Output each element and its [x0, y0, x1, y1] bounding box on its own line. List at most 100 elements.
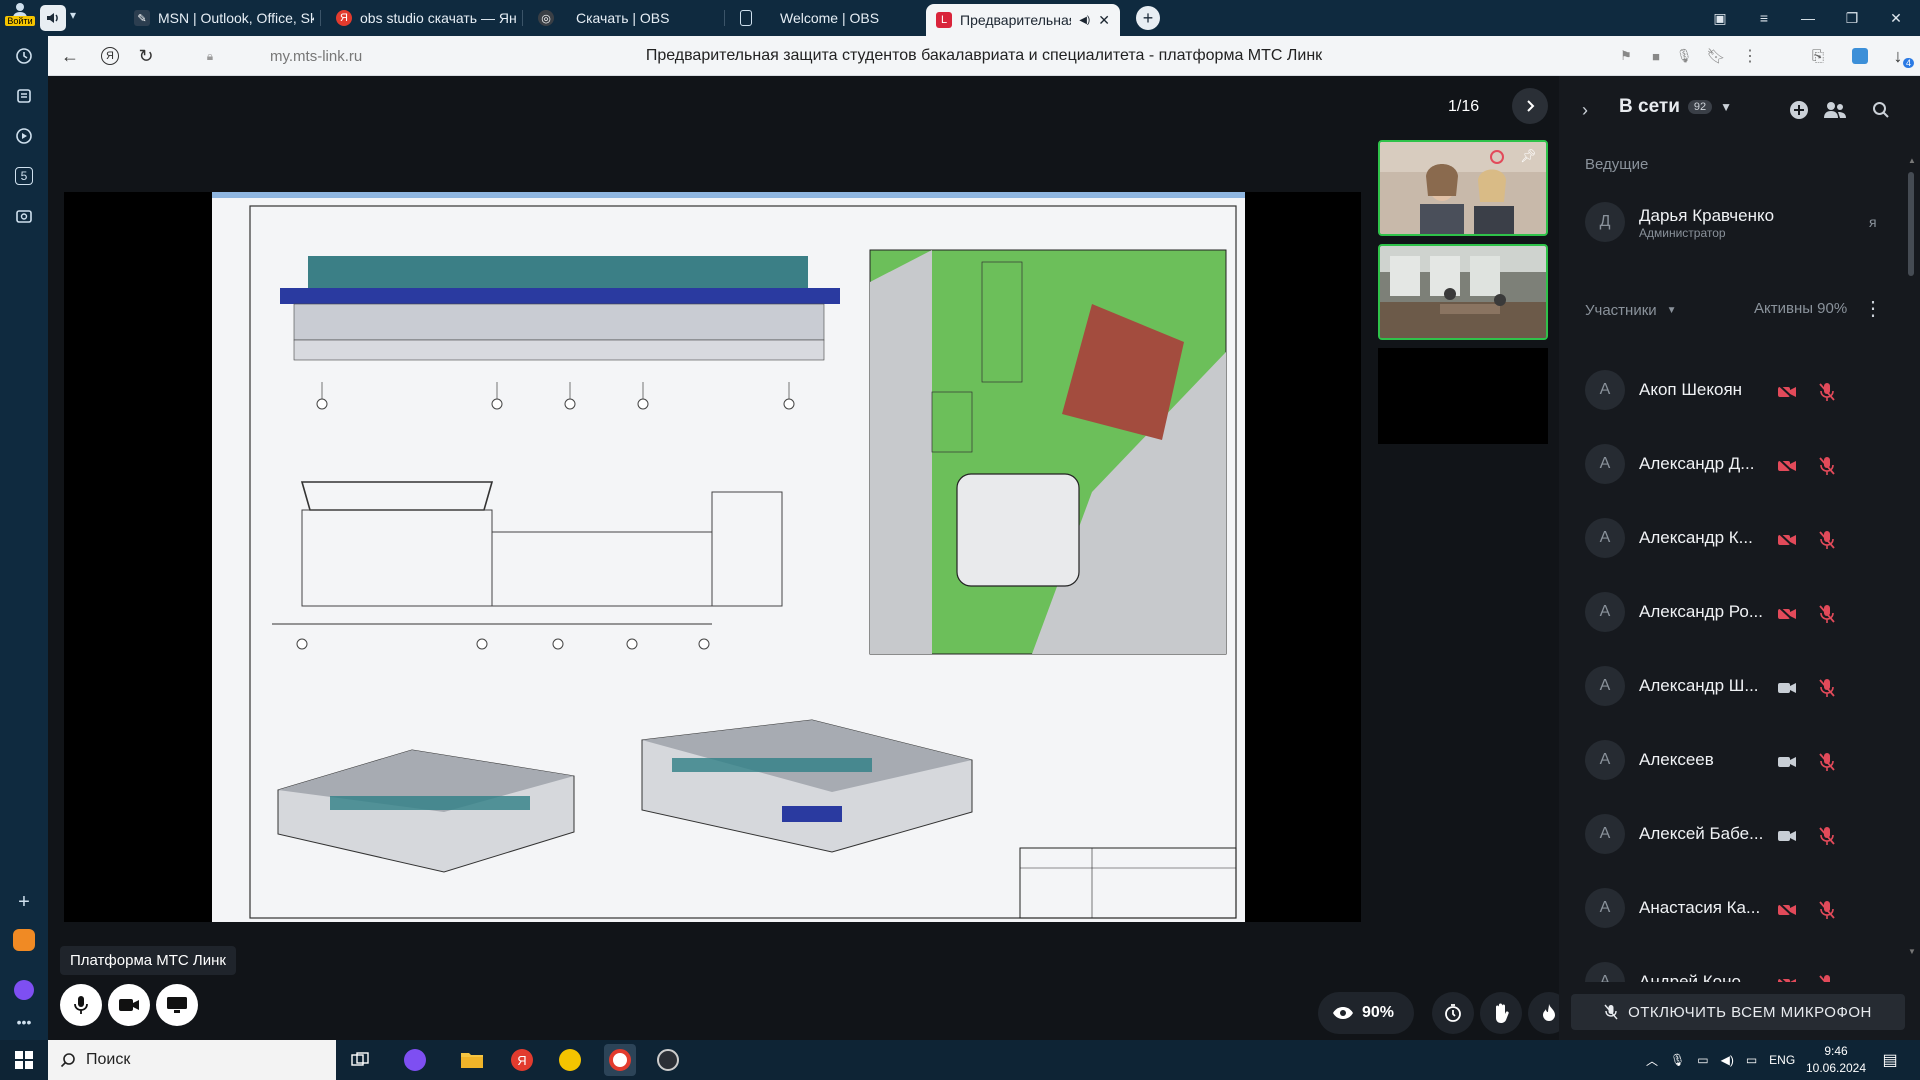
- participant-row[interactable]: А Алексеев: [1559, 740, 1899, 784]
- taskbar-search-input[interactable]: Поиск: [48, 1040, 336, 1080]
- microphone-button[interactable]: [60, 984, 102, 1026]
- tabs-menu-chevron-icon[interactable]: ▾: [70, 8, 76, 22]
- minimize-icon[interactable]: —: [1786, 0, 1830, 36]
- tray-expand-chevron-icon[interactable]: ︿: [1646, 1052, 1658, 1069]
- clock[interactable]: 9:46 10.06.2024: [1800, 1043, 1872, 1077]
- collections-icon[interactable]: [12, 84, 36, 108]
- avatar: А: [1585, 814, 1625, 854]
- alice-icon[interactable]: [12, 978, 36, 1002]
- downloads-icon[interactable]: ⎘: [1806, 44, 1830, 68]
- camera-permission-icon[interactable]: ■: [1644, 44, 1668, 68]
- camera-off-icon[interactable]: [1775, 972, 1799, 982]
- yandex-music-icon[interactable]: [554, 1044, 586, 1076]
- reload-icon[interactable]: ↻: [134, 44, 158, 68]
- microphone-icon: [74, 996, 88, 1014]
- bookmarks-panel-icon[interactable]: ▣: [1698, 0, 1742, 36]
- microphone-off-icon[interactable]: [1815, 750, 1839, 774]
- camera-on-icon[interactable]: [1775, 824, 1799, 848]
- restore-icon[interactable]: ❐: [1830, 0, 1874, 36]
- file-explorer-icon[interactable]: [456, 1044, 488, 1076]
- tab-obs-download[interactable]: ◎ Скачать | OBS: [528, 0, 718, 36]
- tab-label: obs studio скачать — Янд: [360, 10, 516, 26]
- more-dots-icon[interactable]: •••: [12, 1010, 36, 1034]
- tray-microphone-icon[interactable]: 🎙︎: [1670, 1053, 1685, 1067]
- screen-share-button[interactable]: [156, 984, 198, 1026]
- mail-app-icon[interactable]: [12, 928, 36, 952]
- microphone-off-icon[interactable]: [1815, 380, 1839, 404]
- camera-capture-icon[interactable]: [12, 204, 36, 228]
- new-tab-button[interactable]: +: [1136, 6, 1160, 30]
- address-bar: ← Я ↻ 🔒︎ my.mts-link.ru Предварительная …: [48, 36, 1920, 76]
- obs-taskbar-icon[interactable]: [652, 1044, 684, 1076]
- profile-login-button[interactable]: Войти: [4, 2, 36, 34]
- pin-icon[interactable]: 📌︎: [1520, 148, 1537, 164]
- extension-icon[interactable]: [1848, 44, 1872, 68]
- camera-off-icon[interactable]: [1775, 380, 1799, 404]
- microphone-off-icon[interactable]: [1815, 528, 1839, 552]
- camera-on-icon[interactable]: [1775, 676, 1799, 700]
- tab-mts-link[interactable]: L Предварительная з ◀) ✕: [926, 4, 1120, 36]
- next-slide-button[interactable]: [1512, 88, 1548, 124]
- microphone-off-icon[interactable]: [1815, 972, 1839, 982]
- tab-msn[interactable]: ✎ MSN | Outlook, Office, Sky: [124, 0, 314, 36]
- language-indicator[interactable]: ENG: [1769, 1053, 1795, 1067]
- video-tile-classroom[interactable]: [1378, 244, 1548, 340]
- microphone-off-icon[interactable]: [1815, 454, 1839, 478]
- camera-button[interactable]: [108, 984, 150, 1026]
- participant-row[interactable]: А Александр Ро...: [1559, 592, 1899, 636]
- video-tile-presenter[interactable]: 📌︎: [1378, 140, 1548, 236]
- camera-off-icon[interactable]: [1775, 528, 1799, 552]
- chevron-right-icon: [1527, 100, 1535, 112]
- clock-date: 10.06.2024: [1805, 1061, 1867, 1075]
- participant-row[interactable]: А Анастасия Ка...: [1559, 888, 1899, 932]
- history-icon[interactable]: [12, 44, 36, 68]
- tab-yandex-search[interactable]: Я obs studio скачать — Янд: [326, 0, 516, 36]
- mute-all-button[interactable]: ОТКЛЮЧИТЬ ВСЕМ МИКРОФОН: [1571, 994, 1905, 1030]
- timer-button[interactable]: [1432, 992, 1474, 1034]
- raise-hand-button[interactable]: [1480, 992, 1522, 1034]
- participant-row[interactable]: А Алексей Бабе...: [1559, 814, 1899, 858]
- obs-icon: ◎: [538, 10, 554, 26]
- participant-row[interactable]: А Андрей Коно...: [1559, 962, 1899, 982]
- mic-permission-icon[interactable]: 🎙︎: [1672, 44, 1696, 68]
- yandex-logo-icon[interactable]: Я: [98, 44, 122, 68]
- sidebar-badge-icon[interactable]: 5: [12, 164, 36, 188]
- microphone-off-icon[interactable]: [1815, 824, 1839, 848]
- url-field[interactable]: my.mts-link.ru: [270, 48, 362, 65]
- microphone-off-icon[interactable]: [1815, 602, 1839, 626]
- camera-off-icon[interactable]: [1775, 898, 1799, 922]
- camera-on-icon[interactable]: [1775, 750, 1799, 774]
- alice-taskbar-icon[interactable]: [399, 1044, 431, 1076]
- tab-audio-toggle[interactable]: [40, 5, 66, 31]
- participant-row[interactable]: А Александр К...: [1559, 518, 1899, 562]
- participant-row[interactable]: А Александр Ш...: [1559, 666, 1899, 710]
- camera-off-icon[interactable]: [1775, 454, 1799, 478]
- add-panel-icon[interactable]: +: [12, 890, 36, 914]
- speaker-icon: [47, 13, 58, 23]
- close-window-icon[interactable]: ✕: [1874, 0, 1918, 36]
- windows-start-icon[interactable]: [8, 1044, 40, 1076]
- yandex-taskbar-icon[interactable]: Я: [506, 1044, 538, 1076]
- task-view-icon[interactable]: [344, 1044, 376, 1076]
- attention-indicator[interactable]: 90%: [1318, 992, 1414, 1034]
- download-arrow-icon[interactable]: ↓ 4: [1886, 44, 1914, 68]
- yandex-browser-taskbar-icon[interactable]: [604, 1044, 636, 1076]
- back-arrow-icon[interactable]: ←: [58, 44, 82, 68]
- avatar: А: [1585, 740, 1625, 780]
- translate-icon[interactable]: ⚑: [1614, 44, 1638, 68]
- participant-row[interactable]: А Акоп Шекоян: [1559, 370, 1899, 414]
- battery-icon[interactable]: ▭: [1746, 1053, 1757, 1067]
- play-icon[interactable]: [12, 124, 36, 148]
- notifications-icon[interactable]: ▤: [1874, 1044, 1906, 1076]
- more-vertical-icon[interactable]: ⋮: [1738, 44, 1762, 68]
- camera-off-icon[interactable]: [1775, 602, 1799, 626]
- network-icon[interactable]: ▭: [1697, 1053, 1708, 1067]
- volume-icon[interactable]: ◀): [1721, 1053, 1734, 1067]
- tab-close-icon[interactable]: ✕: [1098, 12, 1110, 29]
- microphone-off-icon[interactable]: [1815, 676, 1839, 700]
- participant-row[interactable]: А Александр Д...: [1559, 444, 1899, 488]
- browser-menu-icon[interactable]: ≡: [1742, 0, 1786, 36]
- microphone-off-icon[interactable]: [1815, 898, 1839, 922]
- tab-obs-welcome[interactable]: Welcome | OBS: [730, 0, 920, 36]
- bookmark-icon[interactable]: 🔖︎: [1704, 44, 1728, 68]
